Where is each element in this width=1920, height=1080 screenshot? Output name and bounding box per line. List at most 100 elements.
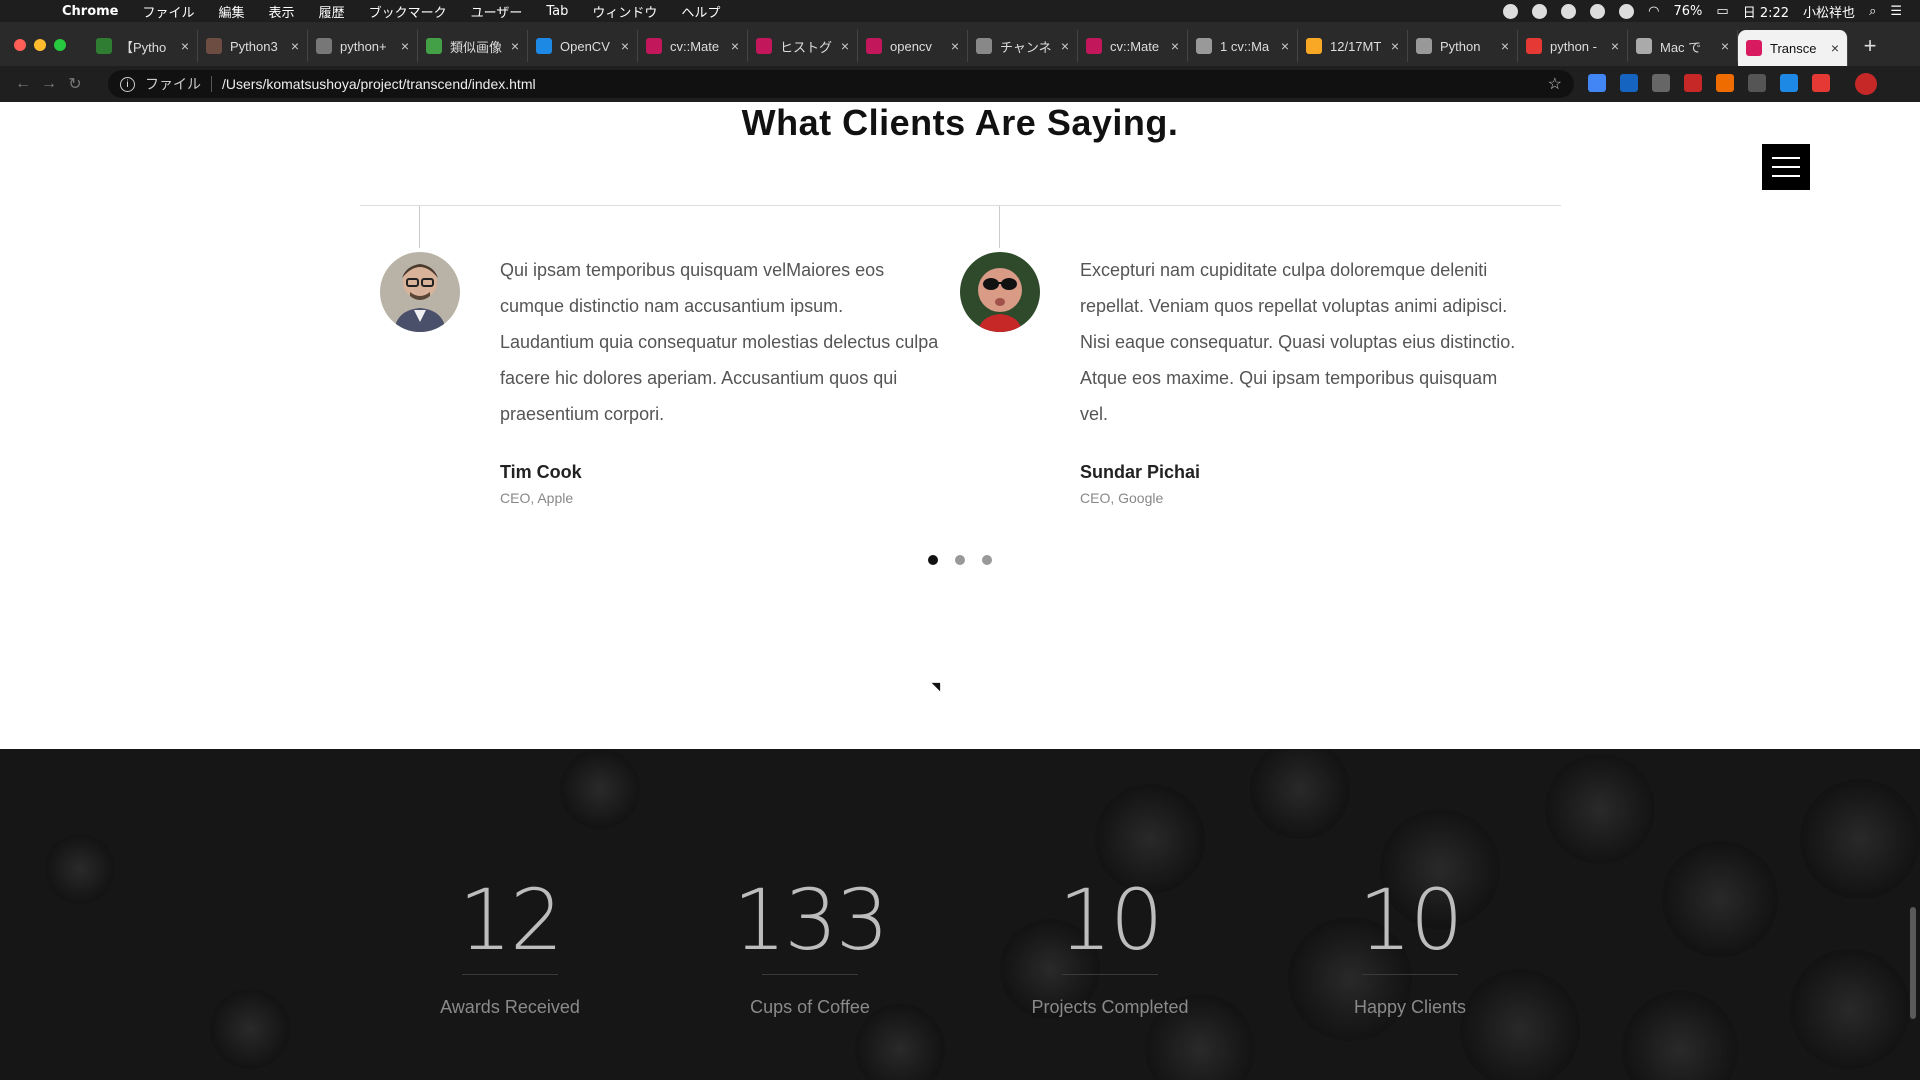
menu-view[interactable]: 表示 <box>257 2 307 21</box>
window-controls <box>14 39 66 51</box>
network-extension-icon[interactable] <box>1780 74 1798 92</box>
stat-clients: 10 Happy Clients <box>1260 874 1560 1018</box>
tab-close-icon[interactable]: × <box>1501 38 1509 54</box>
menu-help[interactable]: ヘルプ <box>669 2 732 21</box>
browser-tab[interactable]: opencv × <box>858 30 968 62</box>
zoom-window-button[interactable] <box>54 39 66 51</box>
tab-close-icon[interactable]: × <box>1721 38 1729 54</box>
browser-tab[interactable]: 【Pytho × <box>88 30 198 62</box>
browser-tab[interactable]: チャンネ × <box>968 30 1078 62</box>
tab-close-icon[interactable]: × <box>181 38 189 54</box>
tab-title: cv::Mate <box>670 38 720 54</box>
tab-close-icon[interactable]: × <box>951 38 959 54</box>
tab-close-icon[interactable]: × <box>841 38 849 54</box>
menu-users[interactable]: ユーザー <box>459 2 535 21</box>
tab-close-icon[interactable]: × <box>511 38 519 54</box>
url-text[interactable]: /Users/komatsushoya/project/transcend/in… <box>222 76 536 92</box>
wifi-icon[interactable]: ◠ <box>1648 4 1659 19</box>
cloud-icon[interactable] <box>1590 3 1606 19</box>
browser-tab[interactable]: cv::Mate × <box>1078 30 1188 62</box>
battery-icon[interactable]: ▭ <box>1716 4 1728 19</box>
tab-title: python - <box>1550 38 1597 54</box>
browser-tab[interactable]: 類似画像 × <box>418 30 528 62</box>
dictionary-icon[interactable] <box>1619 3 1635 19</box>
tab-title: 類似画像 <box>450 39 503 55</box>
stat-divider <box>1062 974 1158 975</box>
tab-title: 12/17MT <box>1330 38 1382 54</box>
gift-extension-icon[interactable] <box>1684 74 1702 92</box>
reload-icon[interactable]: ↻ <box>62 74 88 94</box>
profile-avatar[interactable] <box>1855 73 1877 95</box>
browser-tab[interactable]: python - × <box>1518 30 1628 62</box>
info-icon[interactable]: i <box>120 76 135 92</box>
browser-tab[interactable]: OpenCV × <box>528 30 638 62</box>
tab-close-icon[interactable]: × <box>1171 38 1179 54</box>
section-title: What Clients Are Saying. <box>741 102 1179 143</box>
browser-tab[interactable]: cv::Mate × <box>638 30 748 62</box>
menu-file[interactable]: ファイル <box>131 2 207 21</box>
browser-tab[interactable]: ヒストグ × <box>748 30 858 62</box>
browser-tab[interactable]: Transce × <box>1738 30 1848 66</box>
tab-close-icon[interactable]: × <box>731 38 739 54</box>
tab-close-icon[interactable]: × <box>1611 38 1619 54</box>
dictionary-extension-icon[interactable] <box>1620 74 1638 92</box>
forward-icon[interactable]: → <box>36 75 62 93</box>
screenshot-extension-icon[interactable] <box>1652 74 1670 92</box>
spotlight-icon[interactable]: ⌕ <box>1869 4 1876 19</box>
menu-bookmarks[interactable]: ブックマーク <box>357 2 459 21</box>
translate-extension-icon[interactable] <box>1588 74 1606 92</box>
tab-title: 1 cv::Ma <box>1220 38 1270 54</box>
menu-app-name[interactable]: Chrome <box>50 4 131 19</box>
battery-percent[interactable]: 76% <box>1674 4 1703 19</box>
testimonial-role: CEO, Apple <box>500 490 574 506</box>
selenium-extension-icon[interactable] <box>1748 74 1766 92</box>
menu-history[interactable]: 履歴 <box>307 2 357 21</box>
tab-favicon-icon <box>1416 38 1432 54</box>
video-extension-icon[interactable] <box>1812 74 1830 92</box>
tab-favicon-icon <box>1526 38 1542 54</box>
tab-close-icon[interactable]: × <box>1061 38 1069 54</box>
chrome-toolbar: ← → ↻ i ファイル /Users/komatsushoya/project… <box>0 66 1920 102</box>
tab-title: Mac で <box>1660 39 1702 55</box>
record-icon[interactable] <box>1503 3 1519 19</box>
clock[interactable]: 日 2:22 <box>1743 2 1789 21</box>
browser-tab[interactable]: 1 cv::Ma × <box>1188 30 1298 62</box>
metamask-extension-icon[interactable] <box>1716 74 1734 92</box>
tab-list: 【Pytho × Python3 × python+ × 類似画像 × OpenCV × cv::M… <box>88 30 1886 66</box>
notification-center-icon[interactable]: ☰ <box>1890 4 1902 19</box>
menu-window[interactable]: ウィンドウ <box>580 2 669 21</box>
tab-favicon-icon <box>976 38 992 54</box>
menu-edit[interactable]: 編集 <box>207 2 257 21</box>
tab-close-icon[interactable]: × <box>1831 40 1839 56</box>
page-scrollbar[interactable] <box>1910 907 1916 1019</box>
menu-tab[interactable]: Tab <box>534 4 580 19</box>
browser-tab[interactable]: Python3 × <box>198 30 308 62</box>
carousel-dot[interactable] <box>955 555 965 565</box>
tab-close-icon[interactable]: × <box>621 38 629 54</box>
tab-title: Python <box>1440 38 1481 54</box>
carousel-dot[interactable] <box>928 555 938 565</box>
tab-favicon-icon <box>866 38 882 54</box>
tab-title: Python3 <box>230 38 278 54</box>
browser-tab[interactable]: python+ × <box>308 30 418 62</box>
user-name[interactable]: 小松祥也 <box>1803 2 1855 21</box>
minimize-window-button[interactable] <box>34 39 46 51</box>
new-tab-button[interactable]: + <box>1854 30 1886 62</box>
sync-icon[interactable] <box>1561 3 1577 19</box>
grammarly-icon[interactable] <box>1532 3 1548 19</box>
bookmark-star-icon[interactable]: ☆ <box>1548 74 1562 94</box>
browser-tab[interactable]: 12/17MT × <box>1298 30 1408 62</box>
tab-close-icon[interactable]: × <box>401 38 409 54</box>
address-bar[interactable]: i ファイル /Users/komatsushoya/project/trans… <box>108 70 1574 98</box>
close-window-button[interactable] <box>14 39 26 51</box>
hamburger-menu-button[interactable] <box>1762 144 1810 190</box>
carousel-dot[interactable] <box>982 555 992 565</box>
tab-title: cv::Mate <box>1110 38 1160 54</box>
tab-favicon-icon <box>1306 38 1322 54</box>
tab-close-icon[interactable]: × <box>1281 38 1289 54</box>
browser-tab[interactable]: Mac で × <box>1628 30 1738 62</box>
tab-close-icon[interactable]: × <box>291 38 299 54</box>
back-icon[interactable]: ← <box>10 75 36 93</box>
browser-tab[interactable]: Python × <box>1408 30 1518 62</box>
tab-close-icon[interactable]: × <box>1391 38 1399 54</box>
